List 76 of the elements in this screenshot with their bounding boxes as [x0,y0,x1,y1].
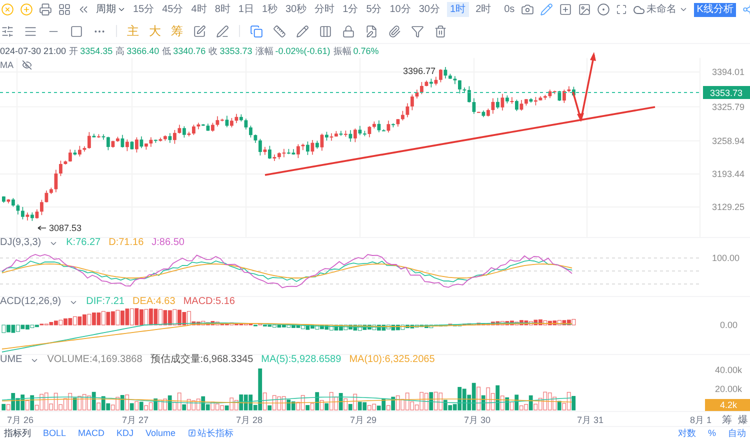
indicator-value: MA(10):6,325.2065 [349,355,435,366]
ohlc-label: 收 [208,44,218,58]
interval-tab[interactable]: 8时 [214,2,232,18]
ohlc-value: 0.76% [353,44,379,58]
scale-option[interactable]: 自动 [728,428,746,438]
price-axis-label: 3394.01 [712,66,745,77]
delay-label: 0s [504,3,515,18]
date-axis-label: 8月 1 [690,414,712,428]
indicator-value: VOLUME:4,169.3868 [47,355,142,366]
indicator-value: K:76.27 [66,238,101,248]
ohlc-datetime: 024-07-30 21:00 [0,44,66,58]
price-axis-label: 3258.94 [712,136,745,146]
interval-tab[interactable]: 1秒 [260,2,278,18]
ohlc-value: 3353.73 [220,44,252,58]
indicator-name[interactable]: DJ(9,3,3) [0,238,42,248]
date-axis-label: 7月 29 [350,414,377,428]
ohlc-label: 振幅 [333,44,352,58]
indicator-tab[interactable]: KDJ [116,428,134,438]
interval-tab[interactable]: 2时 [474,2,492,18]
indicator-value: MACD:5.16 [183,297,235,308]
price-axis-label: 3129.25 [712,202,745,212]
interval-tab[interactable]: 10分 [388,2,412,18]
scale-option[interactable]: % [708,428,716,438]
interval-tab[interactable]: 4时 [190,2,208,18]
indicator-tab[interactable]: 站长指标 [188,428,234,438]
volume-axis-label: 20.00k [715,384,742,394]
ohlc-label: 低 [162,44,172,58]
date-axis-label: 7月 27 [122,414,149,428]
macd-axis-label: 0.00 [720,320,738,330]
ma-label[interactable]: MA [0,58,14,72]
interval-tab[interactable]: 5分 [365,2,383,18]
interval-tab[interactable]: 1时 [447,2,469,18]
ohlc-value: -0.02%(-0.61) [275,44,330,58]
last-price-tag: 3353.73 [703,86,750,99]
low-price-marker: 3087.53 [49,222,82,233]
last-volume-tag: 4.2k [705,399,750,412]
indicator-tab[interactable]: MACD [78,428,105,438]
date-axis-label: 7月 28 [236,414,263,428]
ohlc-label: 高 [116,44,125,58]
kdj-axis-label: 100.00 [712,253,740,264]
date-axis-label: 7月 26 [7,414,34,428]
side-toggle-button[interactable]: 筹 [722,413,732,428]
indicator-tab[interactable]: BOLL [43,428,66,438]
interval-tab[interactable]: 1日 [237,2,255,18]
analysis-button[interactable]: K线分析 [694,2,736,17]
interval-tab[interactable]: 15分 [132,2,156,18]
indicator-name[interactable]: UME [0,355,22,366]
indicator-value: DIF:7.21 [86,297,124,308]
ohlc-value: 3366.40 [126,44,160,58]
volume-axis-label: 40.00k [715,365,742,376]
indicator-tab[interactable]: Volume [146,428,176,438]
indicator-name[interactable]: ACD(12,26,9) [0,297,62,308]
period-dropdown[interactable]: 周期 [96,2,126,18]
ohlc-value: 3340.76 [173,44,206,58]
price-axis-label: 3193.44 [712,168,745,179]
indicator-value: 预估成交量:6,968.3345 [150,355,254,366]
interval-tab[interactable]: 45分 [161,2,184,18]
indicator-value: MA(5):5,928.6589 [261,355,342,366]
indicator-value: J:86.50 [152,238,184,248]
interval-tab[interactable]: 30分 [418,2,441,18]
scale-option[interactable]: 对数 [678,428,696,438]
interval-tab[interactable]: 1分 [342,2,360,18]
side-toggle-button[interactable]: 爆 [738,413,748,428]
indicator-value: D:71.16 [108,238,144,248]
high-price-marker: 3396.77 [403,66,436,76]
date-axis-label: 7月 31 [577,414,604,428]
indicator-tab[interactable]: 指标列 [4,428,31,438]
ohlc-label: 涨幅 [255,44,274,58]
price-axis-label: 3325.79 [712,102,745,112]
date-axis-label: 7月 30 [464,414,491,428]
interval-tab[interactable]: 分时 [314,2,336,18]
interval-tab[interactable]: 30秒 [284,2,308,18]
layout-name-dropdown[interactable]: 未命名 [632,2,688,18]
ohlc-value: 3354.35 [80,44,113,58]
ohlc-label: 开 [69,44,78,58]
indicator-value: DEA:4.63 [132,297,176,308]
